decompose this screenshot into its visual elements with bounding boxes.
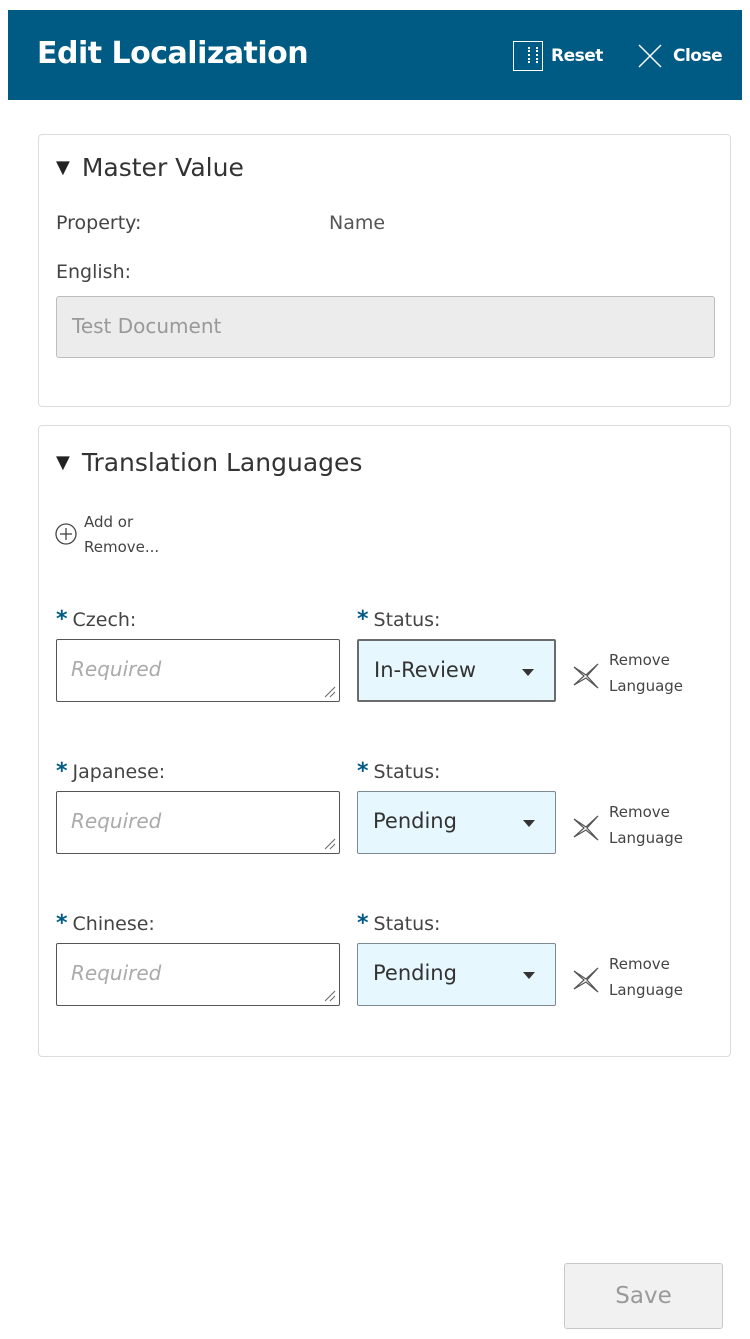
chinese-placeholder: Required (71, 961, 162, 985)
reset-label: Reset (551, 46, 603, 66)
status-label-text: Status: (373, 608, 441, 631)
add-remove-line1: Add or (84, 513, 134, 531)
required-star-icon: * (56, 759, 68, 784)
chinese-status-value: Pending (373, 961, 457, 985)
czech-status-select[interactable]: In-Review (357, 639, 556, 702)
remove-chinese-button[interactable]: Remove Language (571, 951, 683, 1003)
collapse-triangle-icon: ▼ (56, 157, 70, 178)
czech-label: * Czech: (56, 607, 136, 632)
dropdown-caret-icon (523, 820, 535, 827)
resize-grip-icon[interactable] (322, 836, 336, 850)
remove-x-icon (573, 663, 599, 689)
remove-line2: Language (609, 829, 684, 847)
japanese-label-text: Japanese: (72, 760, 166, 783)
japanese-placeholder: Required (71, 809, 162, 833)
chinese-translation-input[interactable]: Required (56, 943, 340, 1006)
required-star-icon: * (56, 607, 68, 632)
remove-line1: Remove (609, 803, 670, 821)
language-row-japanese: * Japanese: * Status: Required Pending R… (39, 759, 730, 879)
japanese-status-label: * Status: (357, 759, 440, 784)
translation-languages-toggle[interactable]: ▼ Translation Languages (56, 448, 362, 477)
czech-label-text: Czech: (72, 608, 137, 631)
dropdown-caret-icon (523, 972, 535, 979)
status-label-text: Status: (373, 912, 441, 935)
remove-x-icon (573, 815, 599, 841)
property-label: Property: (56, 212, 142, 234)
chinese-status-select[interactable]: Pending (357, 943, 556, 1006)
language-row-chinese: * Chinese: * Status: Required Pending Re… (39, 911, 730, 1031)
property-value: Name (329, 212, 386, 234)
remove-line1: Remove (609, 651, 670, 669)
remove-czech-button[interactable]: Remove Language (571, 647, 683, 699)
master-value-panel: ▼ Master Value Property: Name English: T… (38, 134, 731, 407)
reset-button[interactable]: Reset (513, 40, 603, 72)
required-star-icon: * (357, 759, 369, 784)
english-value-field: Test Document (56, 296, 715, 358)
english-label: English: (56, 261, 132, 283)
japanese-status-value: Pending (373, 809, 457, 833)
header-bar: Edit Localization Reset Close (8, 10, 742, 100)
collapse-triangle-icon: ▼ (56, 452, 70, 473)
add-circle-icon (55, 523, 77, 545)
required-star-icon: * (56, 911, 68, 936)
add-remove-line2: Remove... (84, 538, 160, 556)
dropdown-caret-icon (522, 669, 534, 676)
chinese-status-label: * Status: (357, 911, 440, 936)
chinese-label-text: Chinese: (72, 912, 155, 935)
czech-status-label: * Status: (357, 607, 440, 632)
czech-placeholder: Required (71, 657, 162, 681)
japanese-status-select[interactable]: Pending (357, 791, 556, 854)
remove-line2: Language (609, 677, 684, 695)
save-button[interactable]: Save (564, 1263, 723, 1329)
remove-x-icon (573, 967, 599, 993)
add-remove-languages-button[interactable]: Add or Remove... (55, 510, 159, 560)
required-star-icon: * (357, 911, 369, 936)
language-row-czech: * Czech: * Status: Required In-Review Re… (39, 607, 730, 727)
reset-icon (513, 41, 543, 71)
japanese-translation-input[interactable]: Required (56, 791, 340, 854)
remove-line2: Language (609, 981, 684, 999)
resize-grip-icon[interactable] (322, 684, 336, 698)
close-button[interactable]: Close (637, 40, 723, 72)
master-value-toggle[interactable]: ▼ Master Value (56, 153, 244, 182)
page-title: Edit Localization (37, 36, 309, 71)
japanese-label: * Japanese: (56, 759, 165, 784)
remove-line1: Remove (609, 955, 670, 973)
remove-japanese-button[interactable]: Remove Language (571, 799, 683, 851)
status-label-text: Status: (373, 760, 441, 783)
master-value-title: Master Value (81, 153, 244, 182)
chinese-label: * Chinese: (56, 911, 155, 936)
required-star-icon: * (357, 607, 369, 632)
czech-translation-input[interactable]: Required (56, 639, 340, 702)
close-icon (638, 44, 662, 68)
translation-languages-panel: ▼ Translation Languages Add or Remove...… (38, 425, 731, 1057)
translation-languages-title: Translation Languages (81, 448, 363, 477)
czech-status-value: In-Review (374, 658, 477, 682)
resize-grip-icon[interactable] (322, 988, 336, 1002)
close-label: Close (673, 46, 723, 66)
